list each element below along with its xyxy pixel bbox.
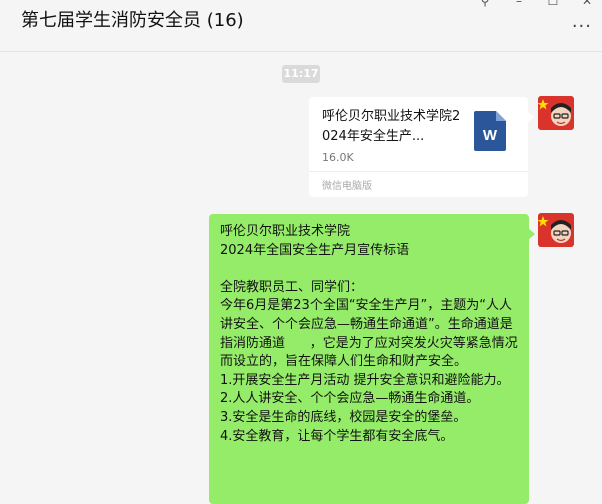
- title-bar: 第七届学生消防安全员 (16) ⚲ – ☐ ✕ ···: [0, 0, 602, 52]
- avatar-image: [538, 213, 574, 247]
- more-options-icon[interactable]: ···: [572, 18, 592, 36]
- close-icon[interactable]: ✕: [580, 0, 594, 8]
- message-line: 今年6月是第23个全国“安全生产月”，主题为“人人讲安全、个个会应急—畅通生命通…: [220, 298, 518, 370]
- message-timestamp: 11:17: [282, 65, 320, 83]
- text-message-bubble[interactable]: 呼伦贝尔职业技术学院 2024年全国安全生产月宣传标语 全院教职员工、同学们： …: [209, 214, 535, 504]
- file-name: 呼伦贝尔职业技术学院2024年安全生产...: [322, 109, 461, 144]
- message-line: 2.人人讲安全、个个会应急—畅通生命通道。: [220, 391, 480, 407]
- pin-icon[interactable]: ⚲: [478, 0, 492, 8]
- divider: [309, 171, 528, 172]
- message-line: 呼伦贝尔职业技术学院: [220, 224, 351, 239]
- message-line: 4.安全教育，让每个学生都有安全底气。: [220, 428, 454, 444]
- message-line: 3.安全是生命的底线，校园是安全的堡垒。: [220, 409, 467, 425]
- maximize-icon[interactable]: ☐: [546, 0, 560, 8]
- window-controls: ⚲ – ☐ ✕: [478, 0, 594, 8]
- message-line: 1.开展安全生产月活动 提升安全意识和避险能力。: [220, 372, 510, 388]
- file-size: 16.0K: [322, 151, 354, 164]
- word-document-icon: W: [474, 111, 506, 151]
- message-line: [220, 260, 518, 279]
- avatar-image: [538, 96, 574, 130]
- message-line: 2024年全国安全生产月宣传标语: [220, 242, 410, 258]
- chat-title: 第七届学生消防安全员 (16): [21, 10, 244, 31]
- file-message-bubble[interactable]: 呼伦贝尔职业技术学院2024年安全生产... 16.0K 微信电脑版 W: [309, 97, 534, 197]
- word-icon-letter: W: [483, 127, 498, 144]
- minimize-icon[interactable]: –: [512, 0, 526, 8]
- avatar[interactable]: [538, 213, 574, 247]
- avatar[interactable]: [538, 96, 574, 130]
- file-source: 微信电脑版: [322, 181, 372, 192]
- message-line: 全院教职员工、同学们：: [220, 279, 364, 295]
